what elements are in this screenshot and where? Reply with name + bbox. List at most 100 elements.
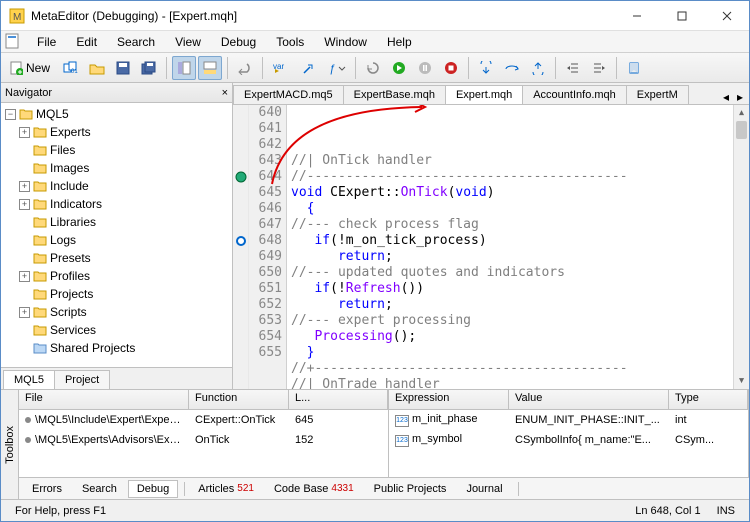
toolbox-tab-public projects[interactable]: Public Projects [365, 480, 456, 498]
col-type[interactable]: Type [669, 390, 748, 409]
tree-item[interactable]: Logs [5, 231, 228, 249]
gutter-marker[interactable] [233, 169, 248, 185]
menu-view[interactable]: View [165, 33, 211, 51]
stop-debug-button[interactable] [439, 56, 463, 80]
col-expression[interactable]: Expression [389, 390, 509, 409]
start-debug-button[interactable] [387, 56, 411, 80]
code-editor[interactable]: 6406416426436446456466476486496506516526… [233, 105, 749, 389]
toolbox-tab-journal[interactable]: Journal [457, 480, 511, 498]
undo-button[interactable] [233, 56, 257, 80]
tree-item[interactable]: Services [5, 321, 228, 339]
editor-tab[interactable]: ExpertMACD.mq5 [233, 85, 344, 104]
gutter-marker[interactable] [233, 121, 248, 137]
editor-tab[interactable]: ExpertM [626, 85, 689, 104]
navigator-tree[interactable]: − MQL5 +ExpertsFilesImages+Include+Indic… [1, 103, 232, 367]
col-function[interactable]: Function [189, 390, 289, 409]
scroll-down-icon[interactable]: ▾ [734, 373, 749, 389]
function-list-button[interactable]: ƒ [324, 56, 350, 80]
menu-edit[interactable]: Edit [66, 33, 107, 51]
open-button[interactable] [85, 56, 109, 80]
gutter-marker[interactable] [233, 345, 248, 361]
view-navigator-button[interactable] [172, 56, 196, 80]
step-out-button[interactable] [526, 56, 550, 80]
save-button[interactable] [111, 56, 135, 80]
code-line[interactable]: if(!m_on_tick_process) [291, 233, 733, 249]
call-stack-row[interactable]: \MQL5\Experts\Advisors\ExpertMA...OnTick… [19, 430, 388, 450]
tree-item[interactable]: +Scripts [5, 303, 228, 321]
tree-item[interactable]: Presets [5, 249, 228, 267]
code-line[interactable]: //--- expert processing [291, 313, 733, 329]
code-line[interactable]: //--- check process flag [291, 217, 733, 233]
var-button[interactable]: var [268, 56, 296, 80]
maximize-button[interactable] [659, 1, 704, 30]
close-button[interactable] [704, 1, 749, 30]
code-line[interactable]: //+-------------------------------------… [291, 361, 733, 377]
editor-tab[interactable]: Expert.mqh [445, 85, 523, 104]
code-line[interactable]: } [291, 345, 733, 361]
tree-item[interactable]: +Experts [5, 123, 228, 141]
tree-item[interactable]: Images [5, 159, 228, 177]
menu-debug[interactable]: Debug [211, 33, 266, 51]
gutter-marker[interactable] [233, 217, 248, 233]
toolbox-tab-search[interactable]: Search [73, 480, 126, 498]
tree-item[interactable]: Shared Projects [5, 339, 228, 357]
gutter-marker[interactable] [233, 153, 248, 169]
col-value[interactable]: Value [509, 390, 669, 409]
gutter-marker[interactable] [233, 313, 248, 329]
gutter-marker[interactable] [233, 201, 248, 217]
watch-row[interactable]: 123m_symbolCSymbolInfo{ m_name:"E...CSym… [389, 430, 748, 450]
col-file[interactable]: File [19, 390, 189, 409]
pause-debug-button[interactable] [413, 56, 437, 80]
nav-tab-project[interactable]: Project [54, 370, 110, 389]
step-over-button[interactable] [500, 56, 524, 80]
gutter-marker[interactable] [233, 249, 248, 265]
compile-button[interactable]: 01 [59, 56, 83, 80]
call-stack-row[interactable]: \MQL5\Include\Expert\Expert.mqhCExpert::… [19, 410, 388, 430]
code-line[interactable]: //--- updated quotes and indicators [291, 265, 733, 281]
view-toolbox-button[interactable] [198, 56, 222, 80]
goto-definition-button[interactable] [298, 56, 322, 80]
code-line[interactable]: //| OnTick handler [291, 153, 733, 169]
toolbox-tab-code base[interactable]: Code Base4331 [265, 480, 363, 498]
new-button[interactable]: New [5, 56, 57, 80]
tree-item[interactable]: +Indicators [5, 195, 228, 213]
menu-tools[interactable]: Tools [266, 33, 314, 51]
scroll-up-icon[interactable]: ▴ [734, 105, 749, 121]
menu-search[interactable]: Search [107, 33, 165, 51]
gutter-marker[interactable] [233, 185, 248, 201]
toolbox-tab-errors[interactable]: Errors [23, 480, 71, 498]
col-line[interactable]: L... [289, 390, 388, 409]
tree-item[interactable]: Files [5, 141, 228, 159]
toolbox-tab-articles[interactable]: Articles521 [189, 480, 263, 498]
code-line[interactable]: Processing(); [291, 329, 733, 345]
code-line[interactable]: if(!Refresh()) [291, 281, 733, 297]
gutter-marker[interactable] [233, 281, 248, 297]
watch-row[interactable]: 123m_init_phaseENUM_INIT_PHASE::INIT_...… [389, 410, 748, 430]
code-line[interactable]: //--------------------------------------… [291, 169, 733, 185]
restart-debug-button[interactable] [361, 56, 385, 80]
step-into-button[interactable] [474, 56, 498, 80]
gutter-marker[interactable] [233, 265, 248, 281]
scroll-thumb[interactable] [736, 121, 747, 139]
editor-tab[interactable]: AccountInfo.mqh [522, 85, 627, 104]
indent-left-button[interactable] [561, 56, 585, 80]
editor-tab[interactable]: ExpertBase.mqh [343, 85, 446, 104]
tree-root[interactable]: − MQL5 [5, 105, 228, 123]
tab-scroll-left-icon[interactable]: ◂ [719, 90, 733, 104]
nav-tab-mql5[interactable]: MQL5 [3, 370, 55, 389]
bookmark-button[interactable] [622, 56, 646, 80]
gutter-marker[interactable] [233, 297, 248, 313]
gutter-marker[interactable] [233, 137, 248, 153]
code-line[interactable]: { [291, 201, 733, 217]
gutter-marker[interactable] [233, 329, 248, 345]
menu-window[interactable]: Window [314, 33, 377, 51]
menu-help[interactable]: Help [377, 33, 422, 51]
navigator-close-icon[interactable]: × [222, 87, 228, 99]
tree-item[interactable]: +Profiles [5, 267, 228, 285]
indent-right-button[interactable] [587, 56, 611, 80]
toolbox-tab-debug[interactable]: Debug [128, 480, 178, 498]
minimize-button[interactable] [614, 1, 659, 30]
code-line[interactable]: //| OnTrade handler [291, 377, 733, 389]
tree-item[interactable]: +Include [5, 177, 228, 195]
code-line[interactable]: void CExpert::OnTick(void) [291, 185, 733, 201]
